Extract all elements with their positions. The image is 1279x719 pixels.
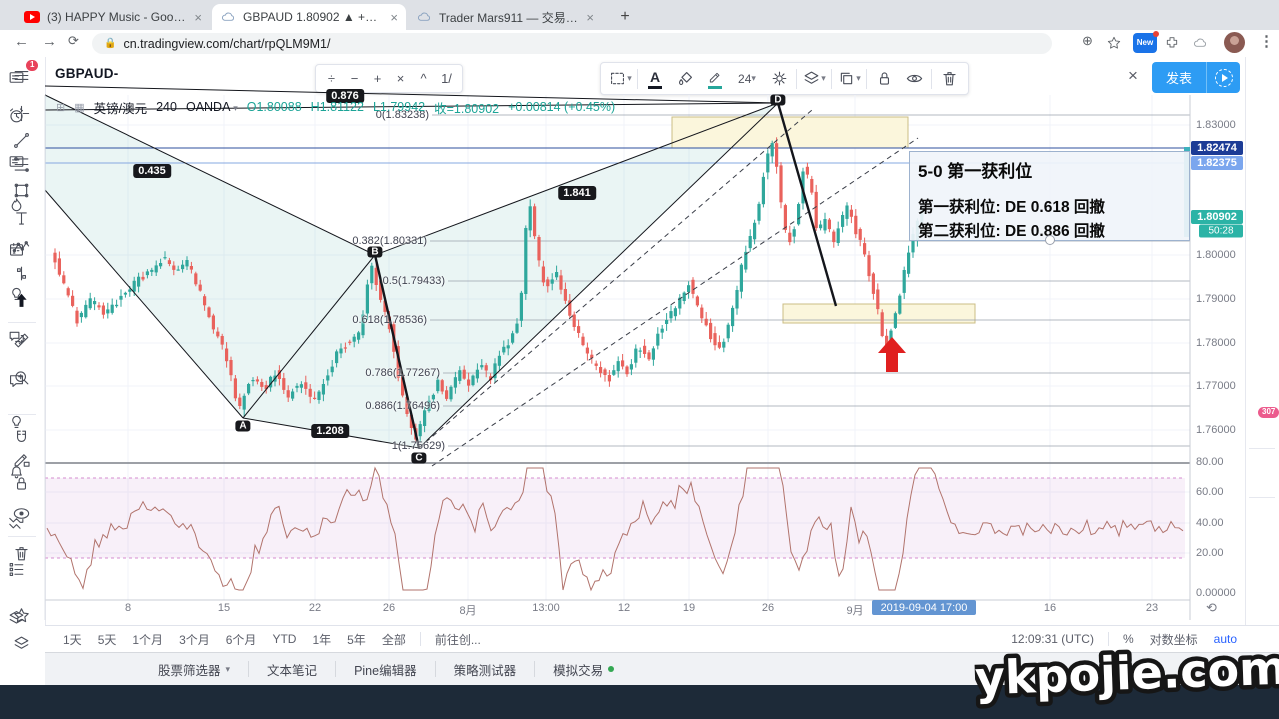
exchange-label[interactable]: OANDA ▾: [186, 100, 238, 114]
screen: (3) HAPPY Music - Good Mornin × GBPAUD 1…: [0, 0, 1279, 719]
annotation-title: 5-0 第一获利位: [918, 157, 1181, 182]
interval-label[interactable]: 240: [156, 100, 177, 114]
ohlc-high: H1.81122: [311, 100, 364, 114]
reset-scales-icon[interactable]: ⟲: [1206, 600, 1217, 616]
ohlc-change: +0.00814 (+0.45%): [508, 100, 615, 114]
ohlc-low: L1.79942: [373, 100, 425, 114]
menu-notification-badge: 1: [26, 60, 38, 71]
drawing-handle[interactable]: [1045, 235, 1055, 245]
chart-style-icon: ▦: [74, 101, 84, 114]
symbol-legend[interactable]: ⊞ ▦ 英镑/澳元 240 OANDA ▾ O1.80088 H1.81122 …: [56, 99, 615, 115]
ohlc-close: 收=1.80902: [434, 98, 499, 117]
watermark: ykpojie.com: [974, 630, 1279, 719]
watermark-text: ykpojie.com: [974, 641, 1279, 706]
crosshair-date-badge: 2019-09-04 17:00: [872, 600, 976, 615]
streams-count-badge: 307: [1258, 407, 1279, 418]
add-symbol-icon[interactable]: ⊞: [56, 101, 65, 114]
annotation-line1: 第一获利位: DE 0.618 回撤: [918, 195, 1181, 217]
annotation-textbox[interactable]: 5-0 第一获利位 第一获利位: DE 0.618 回撤 第二获利位: DE 0…: [909, 151, 1190, 241]
ohlc-open: O1.80088: [247, 100, 302, 114]
symbol-name[interactable]: 英镑/澳元: [94, 98, 147, 117]
